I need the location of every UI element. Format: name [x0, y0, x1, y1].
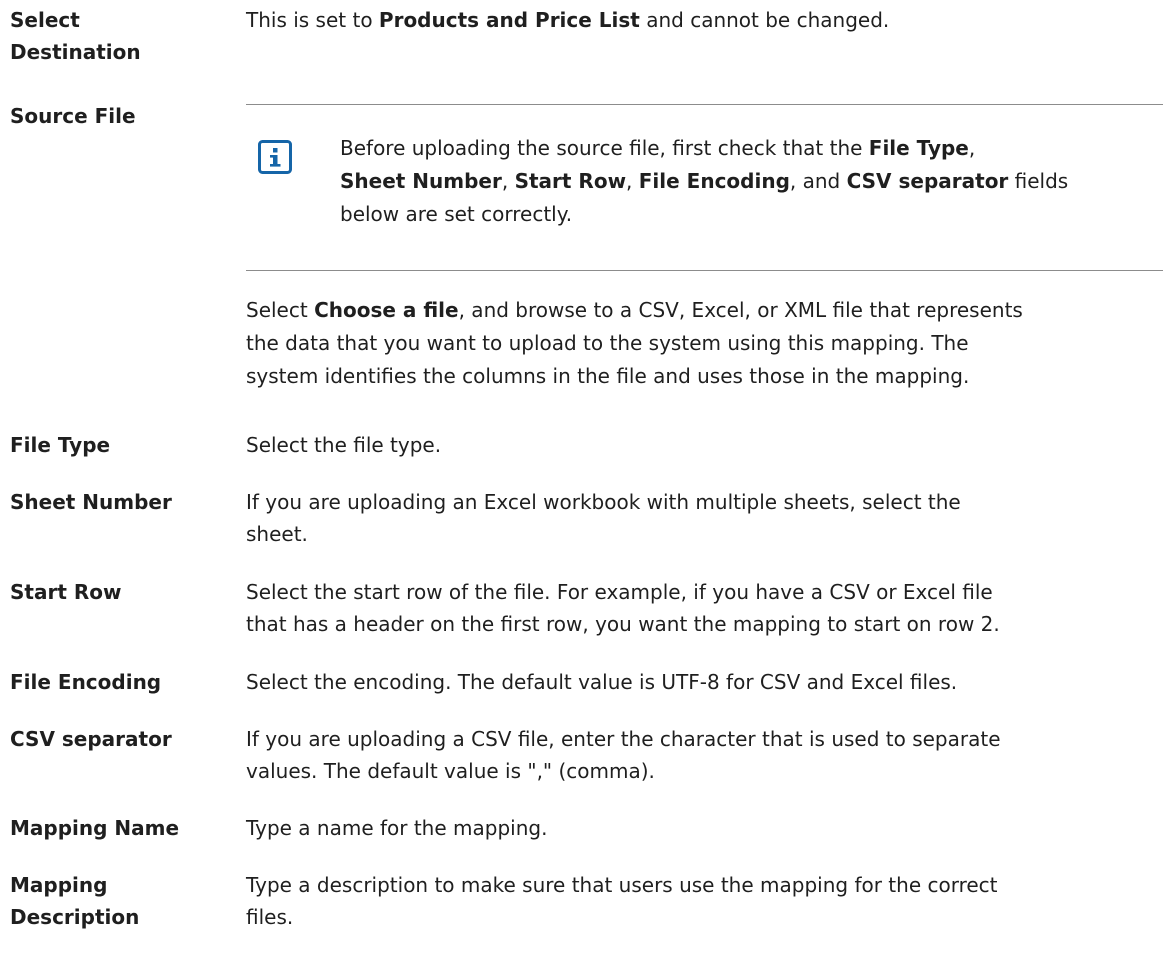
note-bold: CSV separator	[846, 169, 1009, 193]
note-text: ,	[626, 169, 639, 193]
note-bottom-divider	[246, 270, 1163, 271]
desc-mapping-description-line-2: files.	[246, 905, 294, 929]
desc-select-destination: This is set to Products and Price List a…	[246, 4, 1158, 36]
note-bold: File Encoding	[638, 169, 790, 193]
desc-mapping-description-line-1: Type a description to make sure that use…	[246, 873, 998, 897]
desc-csv-separator-line-2: values. The default value is "," (comma)…	[246, 759, 655, 783]
desc-csv-separator-line-1: If you are uploading a CSV file, enter t…	[246, 727, 1001, 751]
desc-bold: Choose a file	[314, 298, 459, 322]
desc-source-file-line-3: system identifies the columns in the fil…	[246, 364, 970, 388]
desc-source-file-line-1: Select Choose a file, and browse to a CS…	[246, 294, 1158, 326]
note-text: , and	[789, 169, 847, 193]
term-sheet-number: Sheet Number	[10, 490, 172, 514]
term-line: Select	[10, 8, 80, 32]
desc-text: This is set to	[246, 8, 379, 32]
note-bold: Start Row	[514, 169, 627, 193]
note-text: ,	[968, 136, 976, 160]
note-top-divider	[246, 104, 1163, 105]
desc-sheet-number-line-2: sheet.	[246, 522, 308, 546]
term-mapping-description: Mapping Description	[10, 869, 230, 933]
desc-file-encoding: Select the encoding. The default value i…	[246, 670, 958, 694]
info-icon	[258, 140, 292, 174]
desc-start-row-line-2: that has a header on the first row, you …	[246, 612, 1000, 636]
desc-file-type: Select the file type.	[246, 433, 442, 457]
desc-start-row-line-1: Select the start row of the file. For ex…	[246, 580, 993, 604]
term-start-row: Start Row	[10, 580, 122, 604]
note-line-2: Sheet Number, Start Row, File Encoding, …	[340, 165, 1160, 198]
note-bold: File Type	[868, 136, 969, 160]
term-source-file: Source File	[10, 104, 136, 128]
desc-text: and cannot be changed.	[639, 8, 890, 32]
desc-mapping-name: Type a name for the mapping.	[246, 816, 548, 840]
note-bold: Sheet Number	[340, 169, 502, 193]
field-definitions: Select Destination This is set to Produc…	[0, 0, 1163, 954]
term-mapping-name: Mapping Name	[10, 816, 180, 840]
term-file-type: File Type	[10, 433, 111, 457]
term-line: Mapping	[10, 873, 108, 897]
term-select-destination: Select Destination	[10, 4, 230, 68]
note-line-3: below are set correctly.	[340, 202, 573, 226]
desc-text: Select	[246, 298, 315, 322]
desc-text: , and browse to a CSV, Excel, or XML fil…	[458, 298, 1023, 322]
note-text: fields	[1008, 169, 1069, 193]
term-line: Description	[10, 905, 140, 929]
note-text: Before uploading the source file, first …	[340, 136, 869, 160]
desc-sheet-number-line-1: If you are uploading an Excel workbook w…	[246, 490, 961, 514]
note-line-1: Before uploading the source file, first …	[340, 132, 1160, 165]
term-file-encoding: File Encoding	[10, 670, 162, 694]
term-csv-separator: CSV separator	[10, 727, 172, 751]
term-line: Destination	[10, 40, 141, 64]
desc-source-file-line-2: the data that you want to upload to the …	[246, 331, 969, 355]
desc-bold: Products and Price List	[378, 8, 640, 32]
note-text: ,	[501, 169, 515, 193]
